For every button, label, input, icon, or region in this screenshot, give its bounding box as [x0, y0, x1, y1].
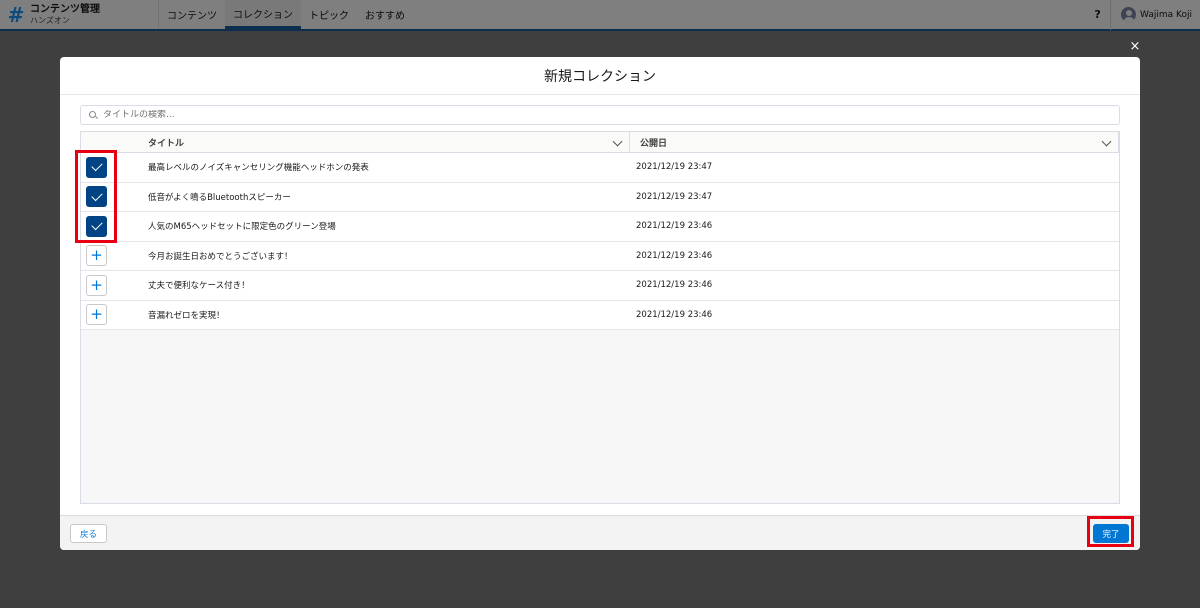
row-title: 人気のM65ヘッドセットに限定色のグリーン登場: [148, 222, 336, 233]
chevron-down-icon[interactable]: [612, 136, 623, 147]
row-title: 低音がよく鳴るBluetoothスピーカー: [148, 192, 291, 203]
new-collection-modal: 新規コレクション タイトル 公開日 最高レベルのノ: [60, 57, 1140, 550]
modal-body: タイトル 公開日 最高レベルのノイズキャンセリング機能ヘッドホンの発表 2021…: [60, 95, 1140, 515]
table-row: 低音がよく鳴るBluetoothスピーカー 2021/12/19 23:47: [81, 182, 1119, 212]
modal-title: 新規コレクション: [544, 68, 656, 85]
column-header-select: [81, 132, 138, 152]
table-row: 最高レベルのノイズキャンセリング機能ヘッドホンの発表 2021/12/19 23…: [81, 153, 1119, 183]
modal-footer: 戻る 完了: [60, 515, 1140, 550]
row-title: 丈夫で便利なケース付き！: [148, 281, 250, 292]
add-button[interactable]: +: [86, 304, 107, 326]
table-body: 最高レベルのノイズキャンセリング機能ヘッドホンの発表 2021/12/19 23…: [81, 153, 1119, 330]
close-icon[interactable]: ×: [1128, 40, 1142, 54]
column-header-title-label: タイトル: [148, 138, 185, 149]
add-button[interactable]: +: [86, 245, 107, 267]
row-date: 2021/12/19 23:46: [636, 221, 713, 232]
row-date: 2021/12/19 23:46: [636, 309, 713, 320]
row-title: 今月お誕生日おめでとうございます！: [148, 251, 293, 262]
search-input[interactable]: [103, 110, 1003, 120]
column-header-title[interactable]: タイトル: [138, 132, 630, 152]
back-button[interactable]: 戻る: [70, 524, 107, 543]
column-header-date-label: 公開日: [640, 138, 668, 149]
table-row: + 音漏れゼロを実現！ 2021/12/19 23:46: [81, 300, 1119, 330]
column-header-date[interactable]: 公開日: [630, 132, 1119, 152]
table-row: + 丈夫で便利なケース付き！ 2021/12/19 23:46: [81, 271, 1119, 301]
row-date: 2021/12/19 23:47: [636, 191, 713, 202]
content-table: タイトル 公開日 最高レベルのノイズキャンセリング機能ヘッドホンの発表 2021…: [80, 131, 1120, 504]
modal-header: 新規コレクション: [60, 57, 1140, 95]
row-title: 最高レベルのノイズキャンセリング機能ヘッドホンの発表: [148, 163, 369, 174]
chevron-down-icon[interactable]: [1101, 136, 1112, 147]
row-date: 2021/12/19 23:46: [636, 250, 713, 261]
checkbox-highlight-frame: [75, 150, 117, 243]
search-box[interactable]: [80, 105, 1120, 125]
row-date: 2021/12/19 23:46: [636, 280, 713, 291]
table-header: タイトル 公開日: [81, 132, 1119, 153]
done-button-highlight-frame: [1087, 516, 1134, 547]
table-row: + 今月お誕生日おめでとうございます！ 2021/12/19 23:46: [81, 241, 1119, 271]
search-icon: [89, 110, 98, 120]
add-button[interactable]: +: [86, 274, 107, 296]
row-title: 音漏れゼロを実現！: [148, 310, 225, 321]
table-row: 人気のM65ヘッドセットに限定色のグリーン登場 2021/12/19 23:46: [81, 212, 1119, 242]
row-date: 2021/12/19 23:47: [636, 162, 713, 173]
